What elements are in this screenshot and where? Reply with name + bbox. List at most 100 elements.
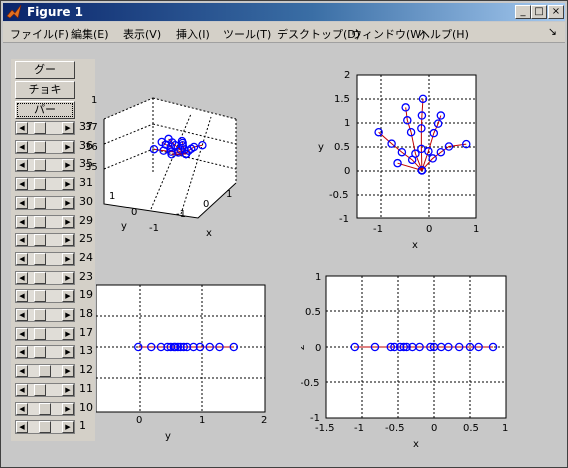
figure-window: Figure 1 _ □ × ファイル(F) 編集(E) 表示(V) 挿入(I)…: [0, 0, 568, 468]
slider-right-arrow-icon[interactable]: ▶: [62, 309, 74, 321]
menu-tools[interactable]: ツール(T): [223, 26, 271, 42]
joint-slider[interactable]: ◀ ▶: [15, 345, 75, 360]
z-tick-36: 36: [85, 142, 98, 153]
x-tick-neg1: -1: [176, 209, 186, 220]
menu-edit[interactable]: 編集(E): [71, 26, 109, 42]
joint-slider[interactable]: ◀ ▶: [15, 308, 75, 322]
x-tick-neg1p5: -1.5: [315, 423, 335, 434]
maximize-button[interactable]: □: [531, 5, 547, 19]
slider-thumb[interactable]: [33, 346, 46, 359]
slider-left-arrow-icon[interactable]: ◀: [16, 159, 28, 172]
slider-thumb[interactable]: [33, 309, 46, 321]
slider-left-arrow-icon[interactable]: ◀: [16, 365, 28, 378]
y-tick-neg1: -1: [149, 223, 159, 234]
joint-slider[interactable]: ◀ ▶: [15, 382, 75, 397]
slider-left-arrow-icon[interactable]: ◀: [16, 327, 28, 340]
slider-left-arrow-icon[interactable]: ◀: [16, 234, 28, 247]
slider-thumb[interactable]: [33, 196, 46, 209]
joint-slider[interactable]: ◀ ▶: [15, 251, 75, 266]
slider-right-arrow-icon[interactable]: ▶: [62, 402, 74, 415]
x-tick-1: 1: [473, 224, 479, 235]
slider-left-arrow-icon[interactable]: ◀: [16, 271, 28, 284]
slider-thumb[interactable]: [33, 327, 46, 340]
x-tick-2: 2: [261, 415, 267, 426]
menu-desktop[interactable]: デスクトップ(D): [277, 26, 360, 42]
slider-left-arrow-icon[interactable]: ◀: [16, 196, 28, 209]
slider-right-arrow-icon[interactable]: ▶: [62, 365, 74, 378]
slider-thumb[interactable]: [33, 122, 46, 134]
y-tick-1: 1: [344, 118, 350, 129]
joint-slider[interactable]: ◀ ▶: [15, 326, 75, 341]
joint-slider[interactable]: ◀ ▶: [15, 401, 75, 416]
slider-thumb[interactable]: [33, 290, 46, 303]
slider-thumb[interactable]: [39, 421, 51, 434]
hand-xy-axes: 2 1.5 1 0.5 0 -0.5 -1 -1 0 1 x y: [318, 70, 479, 251]
slider-thumb[interactable]: [33, 234, 46, 247]
menu-insert[interactable]: 挿入(I): [176, 26, 210, 42]
slider-thumb[interactable]: [39, 365, 51, 378]
slider-right-arrow-icon[interactable]: ▶: [62, 252, 74, 265]
x-tick-1: 1: [502, 423, 508, 434]
x-tick-neg1: -1: [373, 224, 383, 235]
y-tick-neg1: -1: [339, 214, 349, 225]
slider-left-arrow-icon[interactable]: ◀: [16, 252, 28, 265]
slider-thumb[interactable]: [33, 178, 46, 191]
slider-right-arrow-icon[interactable]: ▶: [62, 421, 74, 434]
minimize-button[interactable]: _: [515, 5, 531, 19]
slider-thumb[interactable]: [33, 215, 46, 228]
x-axis-label: x: [413, 439, 419, 450]
slider-right-arrow-icon[interactable]: ▶: [62, 271, 74, 284]
menu-file[interactable]: ファイル(F): [10, 26, 69, 42]
slider-left-arrow-icon[interactable]: ◀: [16, 290, 28, 303]
slider-left-arrow-icon[interactable]: ◀: [16, 421, 28, 434]
slider-left-arrow-icon[interactable]: ◀: [16, 309, 28, 321]
slider-thumb[interactable]: [33, 159, 46, 172]
slider-right-arrow-icon[interactable]: ▶: [62, 290, 74, 303]
z-tick-0: 0: [315, 343, 321, 354]
slider-right-arrow-icon[interactable]: ▶: [62, 346, 74, 359]
y-tick-1p5: 1.5: [334, 94, 350, 105]
z-axis-label: z: [301, 345, 307, 350]
title-bar[interactable]: Figure 1 _ □ ×: [3, 3, 565, 21]
y-axis-label: y: [318, 142, 324, 153]
y-tick-0: 0: [344, 166, 350, 177]
x-axis-label: y: [165, 431, 171, 442]
slider-left-arrow-icon[interactable]: ◀: [16, 140, 28, 153]
slider-left-arrow-icon[interactable]: ◀: [16, 178, 28, 191]
slider-thumb[interactable]: [33, 383, 46, 396]
slider-right-arrow-icon[interactable]: ▶: [62, 383, 74, 396]
hand-xz-axes: 1 0.5 0 -0.5 -1 -1.5 -1 -0.5 0 0.5 1 x z: [301, 272, 508, 450]
slider-thumb[interactable]: [33, 140, 46, 153]
slider-left-arrow-icon[interactable]: ◀: [16, 383, 28, 396]
x-tick-0: 0: [426, 224, 432, 235]
hand-3d-axes: 1 37 36 35 1 0 -1 -1 0 1 y x: [85, 95, 237, 239]
joint-slider[interactable]: ◀ ▶: [15, 364, 75, 379]
x-axis-label: x: [206, 228, 212, 239]
slider-left-arrow-icon[interactable]: ◀: [16, 215, 28, 228]
slider-thumb[interactable]: [33, 252, 46, 265]
y-axis-label: y: [121, 221, 127, 232]
rock-button[interactable]: グー: [15, 61, 75, 79]
y-tick-1: 1: [109, 191, 115, 202]
hand-y-axes: 0 1 2 y: [96, 284, 267, 442]
dock-arrow-icon[interactable]: ↘: [548, 25, 557, 38]
x-tick-0: 0: [431, 423, 437, 434]
menu-view[interactable]: 表示(V): [123, 26, 161, 42]
slider-thumb[interactable]: [39, 402, 51, 415]
menu-help[interactable]: ヘルプ(H): [419, 26, 469, 42]
slider-thumb[interactable]: [33, 271, 46, 284]
slider-right-arrow-icon[interactable]: ▶: [62, 327, 74, 340]
x-tick-0: 0: [136, 415, 142, 426]
z-tick-1: 1: [315, 272, 321, 283]
slider-left-arrow-icon[interactable]: ◀: [16, 346, 28, 359]
joint-slider[interactable]: ◀ ▶: [15, 420, 75, 435]
slider-left-arrow-icon[interactable]: ◀: [16, 122, 28, 134]
joint-slider[interactable]: ◀ ▶: [15, 289, 75, 304]
menu-bar: ファイル(F) 編集(E) 表示(V) 挿入(I) ツール(T) デスクトップ(…: [3, 22, 565, 43]
slider-left-arrow-icon[interactable]: ◀: [16, 402, 28, 415]
y-tick-2: 2: [344, 70, 350, 81]
x-tick-1: 1: [199, 415, 205, 426]
close-button[interactable]: ×: [548, 5, 564, 19]
joint-slider[interactable]: ◀ ▶: [15, 270, 75, 285]
menu-window[interactable]: ウィンドウ(W): [351, 26, 425, 42]
